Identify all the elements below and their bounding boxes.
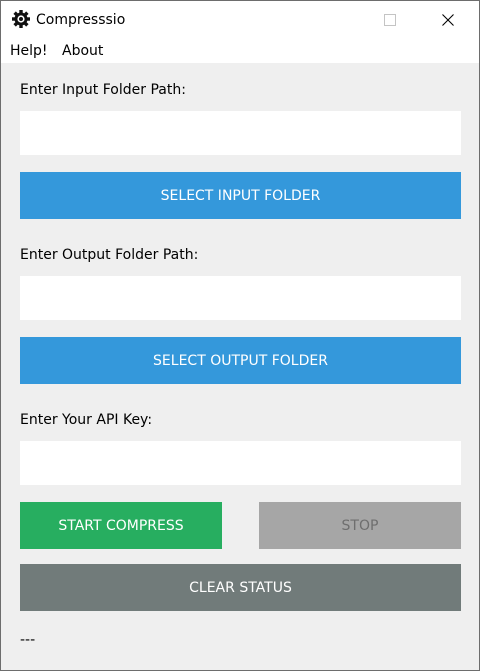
status-text: --- (20, 632, 36, 648)
maximize-icon (384, 14, 396, 26)
select-output-folder-button[interactable]: SELECT OUTPUT FOLDER (20, 337, 461, 384)
window-title: Compresssio (36, 12, 126, 28)
stop-button[interactable]: STOP (259, 502, 461, 549)
select-input-folder-button[interactable]: SELECT INPUT FOLDER (20, 172, 461, 219)
maximize-button[interactable] (367, 1, 413, 39)
gear-icon (11, 9, 31, 29)
minimize-icon (319, 19, 329, 21)
title-bar[interactable]: Compresssio (1, 1, 479, 39)
app-window: Compresssio Help! About Enter Input Fold… (0, 0, 480, 671)
menu-item-help[interactable]: Help! (10, 42, 48, 60)
close-button[interactable] (425, 1, 471, 39)
input-folder-field[interactable] (20, 111, 461, 155)
output-folder-field[interactable] (20, 276, 461, 320)
api-key-label: Enter Your API Key: (20, 412, 153, 428)
minimize-button[interactable] (301, 1, 347, 39)
close-icon (442, 14, 454, 26)
menu-bar: Help! About (1, 39, 479, 63)
menu-item-about[interactable]: About (62, 42, 103, 60)
output-folder-label: Enter Output Folder Path: (20, 247, 199, 263)
input-folder-label: Enter Input Folder Path: (20, 82, 186, 98)
clear-status-button[interactable]: CLEAR STATUS (20, 564, 461, 611)
start-compress-button[interactable]: START COMPRESS (20, 502, 222, 549)
api-key-field[interactable] (20, 441, 461, 485)
